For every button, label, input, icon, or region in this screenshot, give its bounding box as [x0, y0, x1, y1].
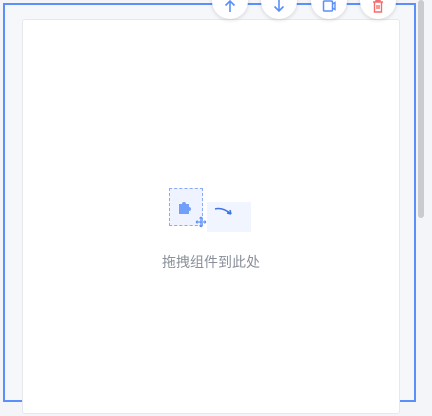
puzzle-icon	[179, 202, 191, 214]
drop-hint-text: 拖拽组件到此处	[162, 255, 260, 271]
copy-icon	[322, 0, 336, 12]
trash-icon	[373, 0, 383, 13]
vertical-scrollbar[interactable]	[418, 0, 424, 218]
arrow-down-icon	[273, 0, 285, 13]
empty-placeholder: 拖拽组件到此处	[23, 188, 399, 272]
drag-illustration	[169, 188, 253, 234]
move-cross-icon	[195, 216, 207, 228]
arrow-up-icon	[224, 0, 236, 12]
drop-zone-canvas[interactable]: 拖拽组件到此处	[22, 19, 400, 414]
curved-arrow-icon	[214, 207, 232, 215]
